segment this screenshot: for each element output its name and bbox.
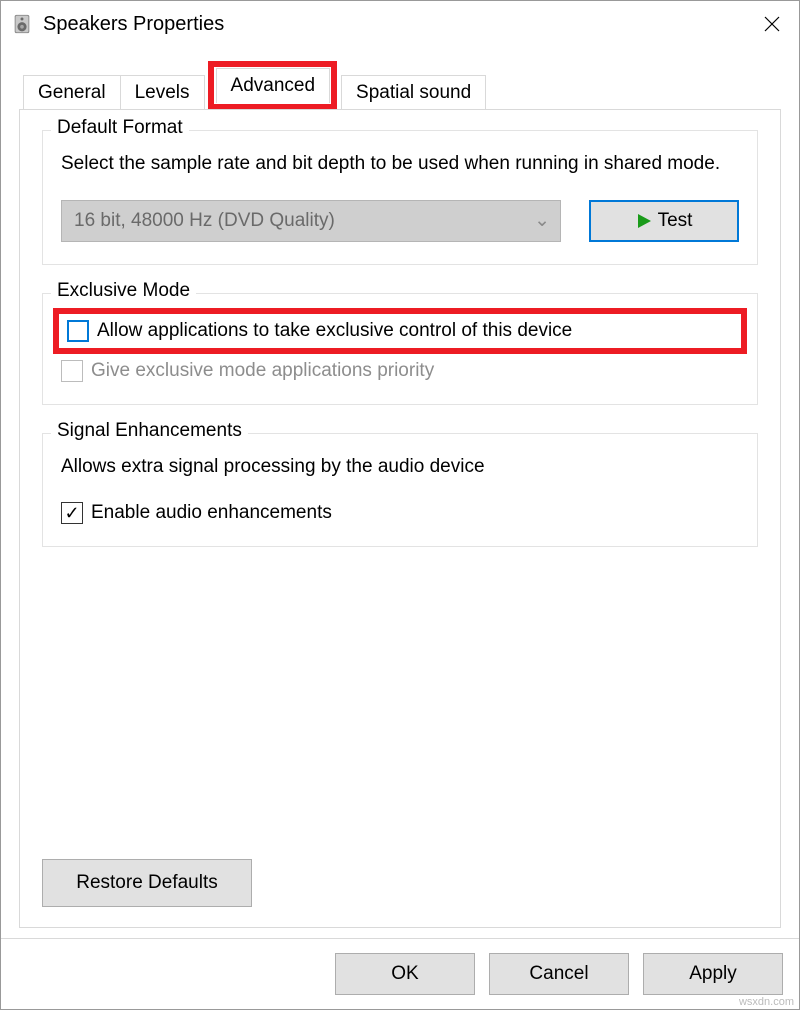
test-button-label: Test bbox=[658, 210, 693, 232]
group-exclusive-mode: Exclusive Mode Allow applications to tak… bbox=[42, 293, 758, 405]
speaker-icon bbox=[11, 13, 33, 35]
restore-defaults-label: Restore Defaults bbox=[76, 872, 218, 894]
test-button[interactable]: Test bbox=[589, 200, 739, 242]
watermark: wsxdn.com bbox=[739, 996, 794, 1008]
play-icon bbox=[636, 213, 652, 229]
tab-general[interactable]: General bbox=[23, 75, 121, 110]
priority-row: Give exclusive mode applications priorit… bbox=[61, 360, 739, 382]
enable-enhancements-label: Enable audio enhancements bbox=[91, 502, 332, 524]
properties-window: Speakers Properties General Levels Advan… bbox=[0, 0, 800, 1010]
group-legend: Exclusive Mode bbox=[51, 280, 196, 302]
annotation-highlight-tab: Advanced bbox=[208, 61, 338, 110]
tab-levels[interactable]: Levels bbox=[120, 75, 205, 110]
format-dropdown-value: 16 bit, 48000 Hz (DVD Quality) bbox=[74, 210, 335, 232]
checkmark-icon: ✓ bbox=[64, 504, 79, 522]
group-signal-enhancements: Signal Enhancements Allows extra signal … bbox=[42, 433, 758, 548]
priority-label: Give exclusive mode applications priorit… bbox=[91, 360, 434, 382]
cancel-label: Cancel bbox=[529, 963, 588, 985]
restore-defaults-button[interactable]: Restore Defaults bbox=[42, 859, 252, 907]
apply-button[interactable]: Apply bbox=[643, 953, 783, 995]
tab-content: Default Format Select the sample rate an… bbox=[19, 109, 781, 928]
priority-checkbox bbox=[61, 360, 83, 382]
annotation-highlight-checkbox: Allow applications to take exclusive con… bbox=[53, 308, 747, 354]
signal-enhancements-description: Allows extra signal processing by the au… bbox=[61, 454, 739, 481]
format-dropdown[interactable]: 16 bit, 48000 Hz (DVD Quality) ⌄ bbox=[61, 200, 561, 242]
cancel-button[interactable]: Cancel bbox=[489, 953, 629, 995]
close-icon bbox=[764, 16, 780, 32]
default-format-description: Select the sample rate and bit depth to … bbox=[61, 151, 739, 178]
titlebar: Speakers Properties bbox=[1, 1, 799, 47]
tab-advanced[interactable]: Advanced bbox=[216, 68, 331, 103]
format-row: 16 bit, 48000 Hz (DVD Quality) ⌄ Test bbox=[61, 200, 739, 242]
ok-label: OK bbox=[391, 963, 418, 985]
chevron-down-icon: ⌄ bbox=[534, 209, 550, 232]
allow-exclusive-checkbox[interactable] bbox=[67, 320, 89, 342]
enable-enhancements-row: ✓ Enable audio enhancements bbox=[61, 502, 739, 524]
dialog-footer: OK Cancel Apply bbox=[1, 938, 799, 1009]
group-legend: Signal Enhancements bbox=[51, 420, 248, 442]
window-title: Speakers Properties bbox=[43, 13, 749, 36]
apply-label: Apply bbox=[689, 963, 737, 985]
tab-spatial-sound[interactable]: Spatial sound bbox=[341, 75, 486, 110]
close-button[interactable] bbox=[749, 1, 795, 47]
allow-exclusive-label: Allow applications to take exclusive con… bbox=[97, 320, 572, 342]
tab-row: General Levels Advanced Spatial sound bbox=[1, 47, 799, 110]
enable-enhancements-checkbox[interactable]: ✓ bbox=[61, 502, 83, 524]
group-default-format: Default Format Select the sample rate an… bbox=[42, 130, 758, 265]
ok-button[interactable]: OK bbox=[335, 953, 475, 995]
group-legend: Default Format bbox=[51, 117, 189, 139]
